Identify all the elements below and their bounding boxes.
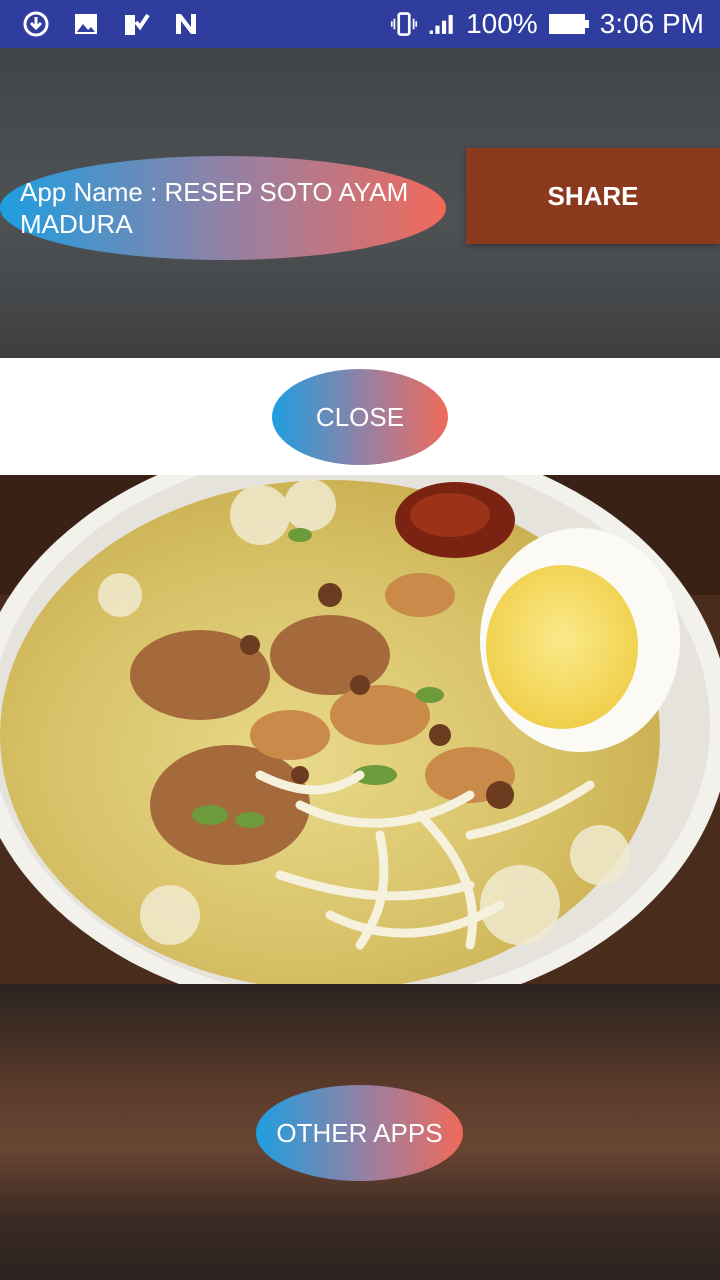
app-name-label: App Name : RESEP SOTO AYAM MADURA [0,156,446,260]
clock: 3:06 PM [599,8,704,39]
image-icon [72,10,100,38]
bottom-banner: OTHER APPS [0,984,720,1280]
checklist-icon [122,10,150,38]
food-image [0,475,720,984]
close-bar: CLOSE [0,358,720,475]
status-bar: 100% 3:06 PM [0,0,720,48]
status-bar-system: 100% 3:06 PM [390,8,720,40]
signal-icon [428,10,456,38]
vibrate-icon [390,10,418,38]
other-apps-button[interactable]: OTHER APPS [256,1085,463,1181]
download-icon [22,10,50,38]
share-button[interactable]: SHARE [466,148,720,244]
header-banner: App Name : RESEP SOTO AYAM MADURA SHARE [0,48,720,358]
close-button[interactable]: CLOSE [272,369,448,465]
soto-ayam-illustration [0,475,720,984]
n-app-icon [172,10,200,38]
battery-icon [548,10,590,38]
status-bar-notifications [0,10,200,38]
battery-percent: 100% [466,8,538,39]
